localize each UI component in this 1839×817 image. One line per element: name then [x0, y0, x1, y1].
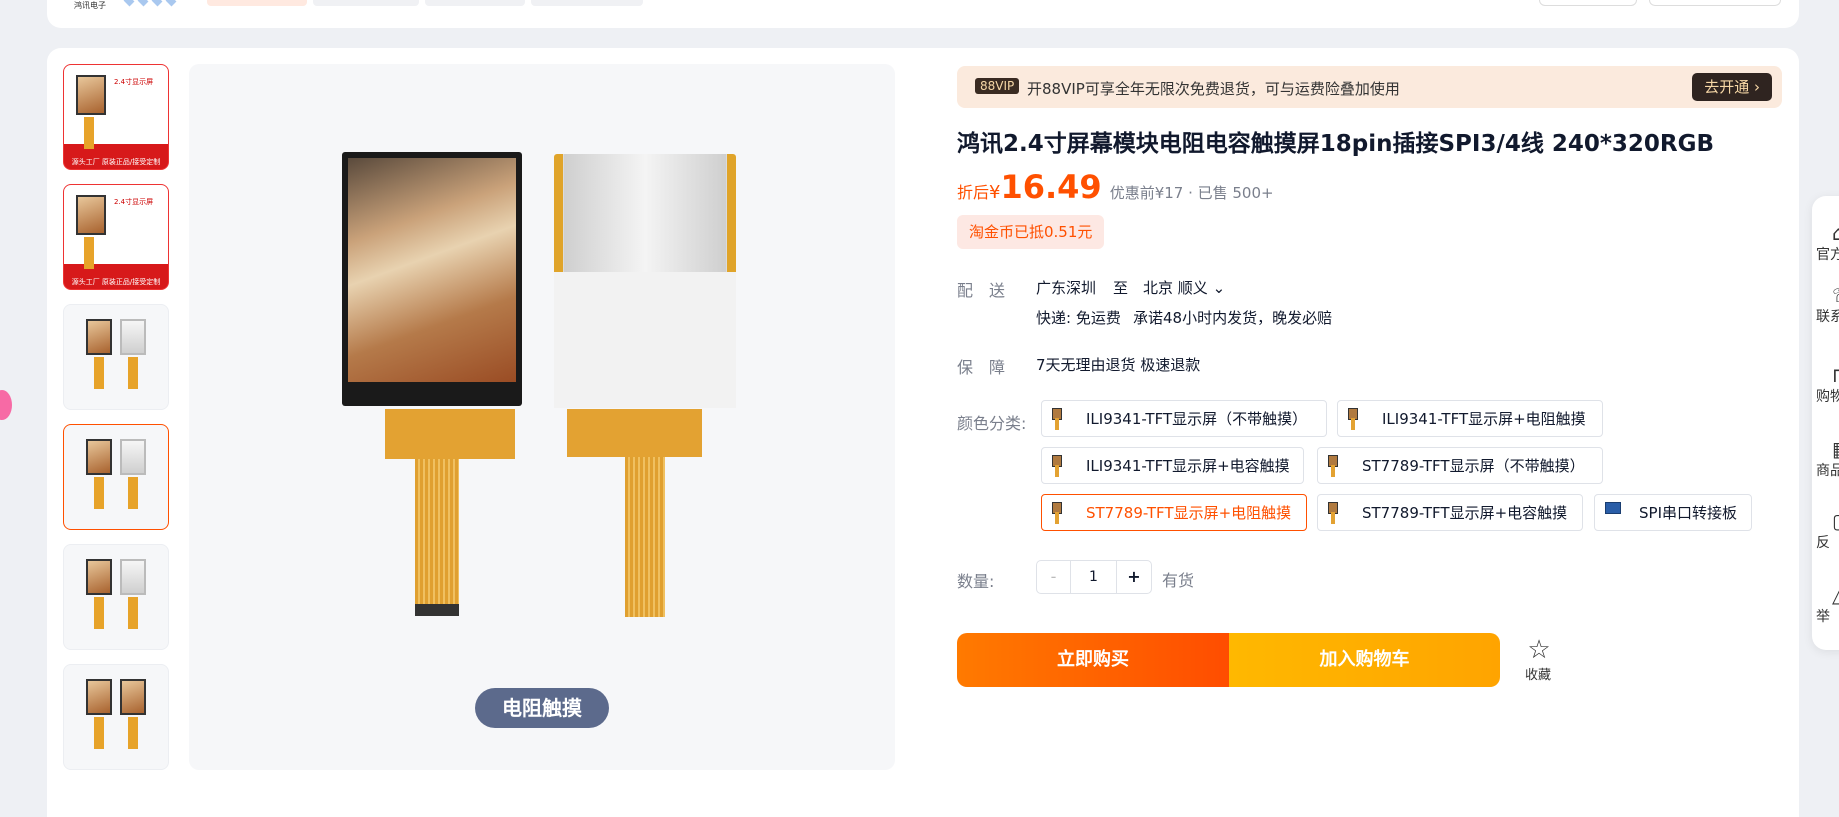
contact-icon: ☏ [1812, 284, 1839, 306]
sku-option[interactable]: ST7789-TFT显示屏（不带触摸） [1317, 447, 1603, 484]
sidebar-item-official[interactable]: ⌂ 官方 [1812, 222, 1839, 264]
thumbnail-title: 2.4寸显示屏 [114, 198, 154, 206]
thumbnail[interactable]: 2.4寸显示屏 源头工厂 原装正品/接受定制 [63, 184, 169, 290]
sidebar-item-products[interactable]: ▦商品 [1812, 438, 1839, 480]
quantity-minus-button[interactable]: - [1037, 561, 1071, 593]
floating-bubble[interactable] [0, 390, 12, 420]
sidebar-item-contact[interactable]: ☏联系 [1812, 284, 1839, 326]
top-button[interactable] [1649, 0, 1781, 6]
delivery-to: 北京 顺义 [1143, 279, 1208, 297]
top-button[interactable] [1539, 0, 1637, 6]
thumbnail[interactable] [63, 664, 169, 770]
sku-option[interactable]: ILI9341-TFT显示屏+电容触摸 [1041, 447, 1304, 484]
price-label: 折后 [957, 183, 990, 202]
sku-option[interactable]: SPI串口转接板 [1594, 494, 1752, 531]
sku-option[interactable]: ST7789-TFT显示屏+电容触摸 [1317, 494, 1583, 531]
top-tab[interactable] [531, 0, 643, 6]
product-title: 鸿讯2.4寸屏幕模块电阻电容触摸屏18pin插接SPI3/4线 240*320R… [957, 131, 1715, 157]
sidebar-item-feedback[interactable]: ▢反 [1812, 510, 1839, 552]
thumbnail[interactable]: 2.4寸显示屏 源头工厂 原装正品/接受定制 [63, 64, 169, 170]
lcd-front-image [342, 152, 522, 406]
guarantee-text[interactable]: 7天无理由退货 极速退款 [1036, 354, 1200, 375]
sku-label: 颜色分类: [957, 414, 1027, 433]
report-icon: △ [1812, 584, 1839, 606]
sku-thumb-icon [1050, 500, 1072, 526]
lcd-back-image [554, 154, 736, 408]
cart-icon: ⊓ [1812, 364, 1839, 386]
sku-option-selected[interactable]: ST7789-TFT显示屏+电阻触摸 [1041, 494, 1307, 531]
stock-status: 有货 [1162, 571, 1195, 590]
thumbnail[interactable] [63, 544, 169, 650]
vip-tag: 88VIP [975, 78, 1020, 94]
vip-open-button[interactable]: 去开通 › [1692, 73, 1772, 101]
delivery-from: 广东深圳 [1036, 279, 1097, 297]
price-row: 折后 ¥ 16.49 优惠前¥17 · 已售 500+ [957, 168, 1274, 206]
quantity-label: 数量: [957, 572, 995, 591]
sku-thumb-icon [1346, 406, 1368, 432]
price-original-sales: 优惠前¥17 · 已售 500+ [1109, 184, 1274, 202]
top-tab[interactable] [207, 0, 307, 6]
vip-text: 开88VIP可享全年无限次免费退货，可与运费险叠加使用 [1027, 80, 1400, 98]
delivery-to-select[interactable]: 北京 顺义 ⌄ [1143, 277, 1225, 298]
thumbnail[interactable] [63, 304, 169, 410]
thumbnail-list: 2.4寸显示屏 源头工厂 原装正品/接受定制 2.4寸显示屏 源头工厂 原装正品… [63, 64, 169, 784]
delivery-express: 快递: 免运费 [1036, 309, 1121, 327]
image-badge: 电阻触摸 [475, 688, 609, 728]
top-bar: 鸿讯电子 [47, 0, 1799, 28]
favorite-button[interactable]: ☆ 收藏 [1524, 636, 1554, 683]
quantity-stepper: - 1 + [1036, 560, 1152, 594]
favorite-label: 收藏 [1524, 668, 1551, 683]
feedback-icon: ▢ [1812, 510, 1839, 532]
buy-now-button[interactable]: 立即购买 [957, 633, 1229, 687]
top-tab[interactable] [313, 0, 419, 6]
add-to-cart-button[interactable]: 加入购物车 [1229, 633, 1500, 687]
thumbnail-selected[interactable] [63, 424, 169, 530]
thumbnail-footer: 源头工厂 原装正品/接受定制 [71, 158, 161, 166]
vip-banner: 88VIP 开88VIP可享全年无限次免费退货，可与运费险叠加使用 去开通 › [957, 66, 1782, 108]
sku-thumb-icon [1050, 406, 1072, 432]
sku-option[interactable]: ILI9341-TFT显示屏（不带触摸） [1041, 400, 1327, 437]
delivery-label: 配送 [957, 281, 1022, 300]
quantity-plus-button[interactable]: + [1117, 561, 1151, 593]
sku-option[interactable]: ILI9341-TFT显示屏+电阻触摸 [1337, 400, 1603, 437]
quantity-input[interactable]: 1 [1071, 561, 1117, 593]
delivery-to-word: 至 [1113, 279, 1129, 297]
shop-rating-icons [123, 0, 177, 7]
price-symbol: ¥ [989, 182, 1001, 203]
sidebar-item-cart[interactable]: ⊓购物 [1812, 364, 1839, 406]
top-tab[interactable] [425, 0, 525, 6]
shop-logo[interactable]: 鸿讯电子 [74, 0, 106, 11]
main-product-image[interactable]: 电阻触摸 [189, 64, 895, 770]
star-icon: ☆ [1527, 635, 1551, 665]
delivery-promise: 承诺48小时内发货，晚发必赔 [1133, 309, 1333, 327]
sku-thumb-icon [1326, 500, 1348, 526]
thumbnail-title: 2.4寸显示屏 [114, 78, 154, 86]
product-icon: ▦ [1812, 438, 1839, 460]
sku-thumb-icon [1050, 453, 1072, 479]
shop-icon: ⌂ [1832, 221, 1839, 245]
guarantee-label: 保障 [957, 358, 1022, 377]
coin-discount-badge: 淘金币已抵0.51元 [957, 215, 1105, 249]
price-value: 16.49 [1000, 168, 1102, 206]
floating-sidebar: ⌂官方 ☏联系 ⊓购物 ▦商品 ▢反 △举 [1812, 196, 1839, 650]
sidebar-item-report[interactable]: △举 [1812, 584, 1839, 626]
sku-thumb-icon [1603, 500, 1625, 526]
sku-thumb-icon [1326, 453, 1348, 479]
chevron-down-icon: ⌄ [1212, 279, 1226, 297]
thumbnail-footer: 源头工厂 原装正品/接受定制 [71, 278, 161, 286]
